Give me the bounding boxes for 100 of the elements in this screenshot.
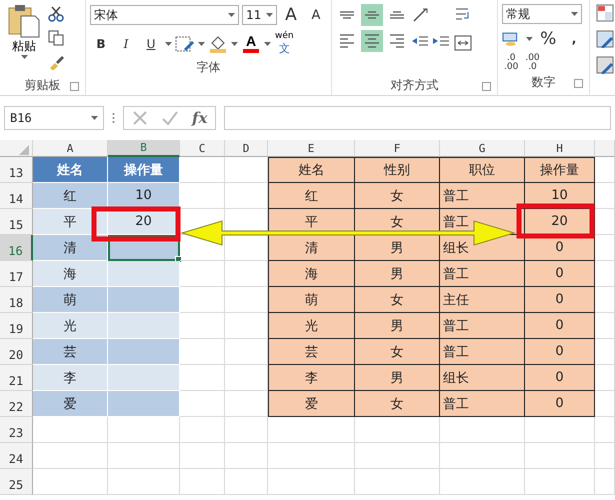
table-cell [595, 469, 615, 495]
font-size-select[interactable]: 11 [242, 5, 277, 25]
row-header[interactable]: 14 [0, 183, 33, 209]
table-cell: 女 [355, 183, 440, 209]
align-lines-icon [390, 34, 404, 48]
row-header[interactable]: 18 [0, 287, 33, 313]
column-header[interactable]: G [440, 140, 525, 157]
table-cell [108, 443, 180, 469]
merge-cells-icon[interactable] [454, 34, 472, 52]
header-cell: 职位 [440, 157, 525, 183]
table-cell [595, 157, 615, 183]
caret-icon[interactable] [228, 13, 236, 17]
comma-button[interactable]: , [563, 28, 586, 50]
table-cell: 女 [355, 391, 440, 417]
table-cell [525, 417, 595, 443]
function-button[interactable]: fx [192, 109, 208, 127]
row-header[interactable]: 15 [0, 209, 33, 235]
conditional-format-icon[interactable] [596, 4, 614, 22]
table-cell [595, 183, 615, 209]
caret-icon[interactable] [165, 42, 172, 46]
horizontal-align-button[interactable] [361, 30, 383, 52]
table-cell: 光 [268, 313, 355, 339]
column-header[interactable]: H [525, 140, 595, 157]
caret-icon[interactable] [91, 116, 98, 120]
grow-font-button[interactable]: A [280, 4, 302, 26]
table-cell [108, 313, 180, 339]
caret-icon[interactable] [20, 55, 28, 59]
decimal-button[interactable]: .00 .0 [523, 54, 542, 72]
row-header[interactable]: 13 [0, 157, 33, 183]
column-header[interactable]: D [225, 140, 268, 157]
copy-icon[interactable] [48, 30, 64, 46]
formula-input[interactable] [224, 106, 611, 130]
table-cell: 萌 [268, 287, 355, 313]
table-cell [595, 261, 615, 287]
column-header[interactable]: B [108, 140, 180, 157]
launcher-icon[interactable] [574, 79, 583, 88]
row-header[interactable]: 19 [0, 313, 33, 339]
caret-icon[interactable] [571, 12, 578, 16]
fill-bucket-icon[interactable] [208, 34, 228, 52]
table-cell: 男 [355, 313, 440, 339]
vertical-align-button[interactable] [361, 4, 383, 26]
row-header[interactable]: 21 [0, 365, 33, 391]
caret-icon[interactable] [231, 42, 238, 46]
row-header[interactable]: 23 [0, 417, 33, 443]
border-icon[interactable] [175, 34, 195, 52]
caret-icon[interactable] [264, 42, 271, 46]
phonetic-button[interactable]: wén 文 [274, 30, 295, 57]
font-style-button[interactable]: I [115, 32, 137, 54]
row-header[interactable]: 20 [0, 339, 33, 365]
column-header[interactable]: E [268, 140, 355, 157]
table-cell: 李 [268, 365, 355, 391]
name-box[interactable]: B16 [4, 106, 104, 130]
scissors-icon[interactable] [48, 6, 64, 22]
table-cell: 普工 [440, 391, 525, 417]
row-header[interactable]: 17 [0, 261, 33, 287]
table-format-icon[interactable] [596, 30, 614, 48]
header-cell: 姓名 [268, 157, 355, 183]
number-format-select[interactable]: 常规 [502, 4, 582, 24]
cell-style-icon[interactable] [596, 56, 614, 74]
table-cell: 平 [33, 209, 108, 235]
launcher-icon[interactable] [70, 82, 79, 91]
row-header[interactable]: 22 [0, 391, 33, 417]
table-cell: 普工 [440, 313, 525, 339]
brush-icon[interactable] [48, 54, 64, 70]
caret-icon[interactable] [198, 42, 205, 46]
table-cell [108, 365, 180, 391]
table-cell [180, 313, 225, 339]
paste-button[interactable]: 粘贴 [4, 4, 44, 75]
caret-icon[interactable] [526, 37, 534, 41]
caret-icon[interactable] [266, 13, 273, 17]
table-cell [180, 339, 225, 365]
table-cell [225, 417, 268, 443]
font-name-select[interactable]: 宋体 [90, 5, 240, 25]
table-cell: 清 [33, 235, 108, 261]
column-header[interactable]: F [355, 140, 440, 157]
column-header[interactable]: A [33, 140, 108, 157]
table-cell: 0 [525, 365, 595, 391]
column-header[interactable]: C [180, 140, 225, 157]
row-header[interactable]: 24 [0, 443, 33, 469]
check-icon[interactable] [162, 110, 178, 126]
table-cell: 红 [33, 183, 108, 209]
table-cell: 清 [268, 235, 355, 261]
font-color-button[interactable]: A [241, 32, 261, 55]
percent-button[interactable]: % [536, 28, 560, 50]
align-lines-icon [340, 11, 354, 19]
row-header[interactable]: 16 [0, 235, 33, 261]
launcher-icon[interactable] [482, 82, 491, 91]
table-cell: 红 [268, 183, 355, 209]
table-cell: 海 [268, 261, 355, 287]
table-cell [108, 287, 180, 313]
decimal-button[interactable]: .0 .00 [502, 54, 520, 72]
table-cell: 0 [525, 339, 595, 365]
table-cell: 男 [355, 261, 440, 287]
font-style-button[interactable]: U [140, 32, 162, 54]
table-cell [180, 261, 225, 287]
font-style-button[interactable]: B [90, 32, 112, 54]
table-cell [225, 469, 268, 495]
row-header[interactable]: 25 [0, 469, 33, 495]
shrink-font-button[interactable]: A [305, 4, 327, 26]
table-cell [225, 443, 268, 469]
